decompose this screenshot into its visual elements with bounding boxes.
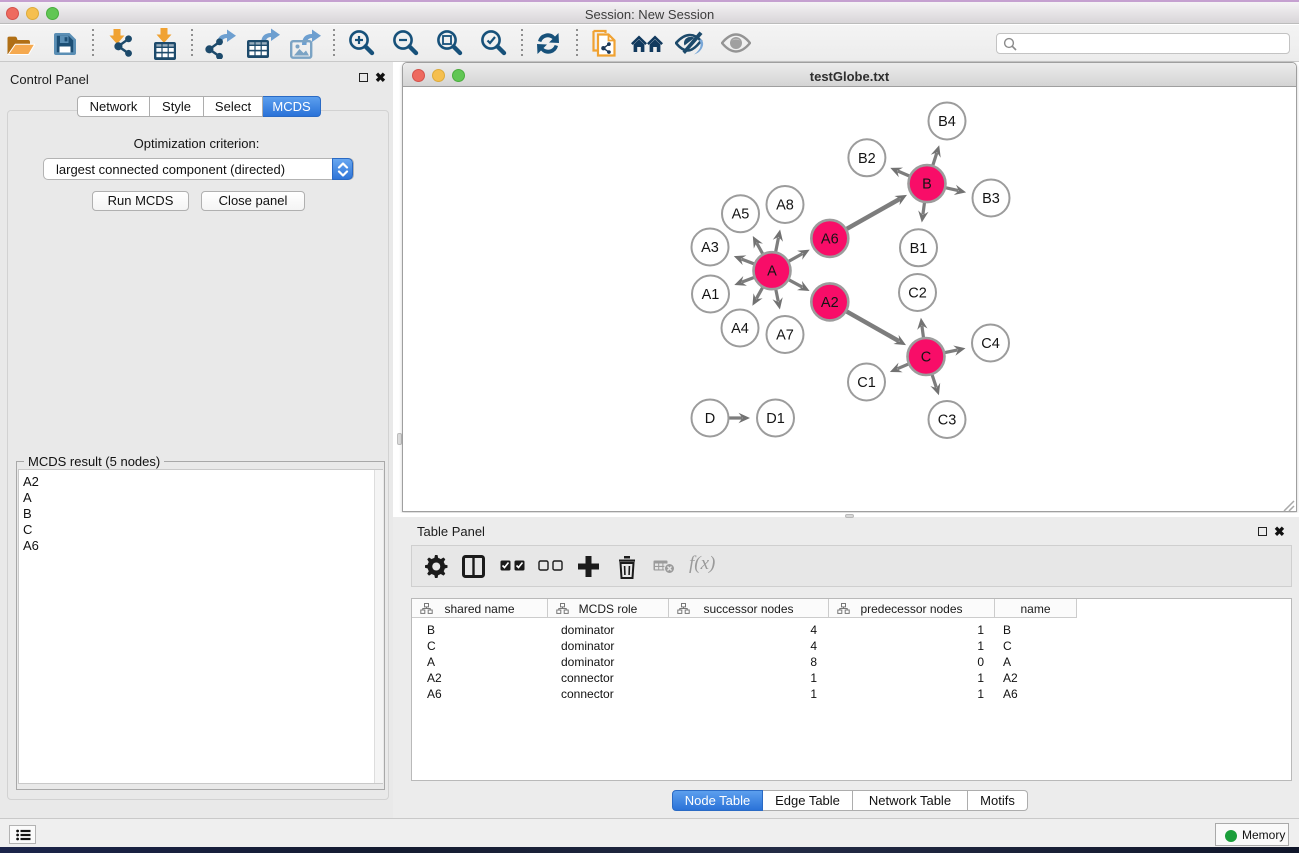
svg-text:B2: B2 (858, 151, 876, 167)
svg-text:A1: A1 (702, 287, 720, 303)
svg-text:D1: D1 (766, 411, 785, 427)
svg-text:C3: C3 (938, 413, 957, 429)
svg-text:B4: B4 (938, 114, 956, 130)
svg-text:D: D (705, 411, 715, 427)
svg-text:A8: A8 (776, 198, 794, 214)
svg-text:A6: A6 (821, 231, 839, 247)
svg-text:A4: A4 (731, 321, 749, 337)
svg-text:B: B (922, 177, 932, 193)
svg-text:A3: A3 (701, 240, 719, 256)
svg-text:A: A (767, 264, 777, 280)
svg-text:C4: C4 (981, 336, 1000, 352)
svg-text:A2: A2 (821, 295, 839, 311)
svg-text:A7: A7 (776, 328, 794, 344)
svg-text:C2: C2 (908, 286, 927, 302)
svg-text:C: C (921, 350, 931, 366)
svg-text:C1: C1 (857, 375, 876, 391)
svg-text:B3: B3 (982, 191, 1000, 207)
svg-text:A5: A5 (732, 207, 750, 223)
svg-text:B1: B1 (910, 241, 928, 257)
